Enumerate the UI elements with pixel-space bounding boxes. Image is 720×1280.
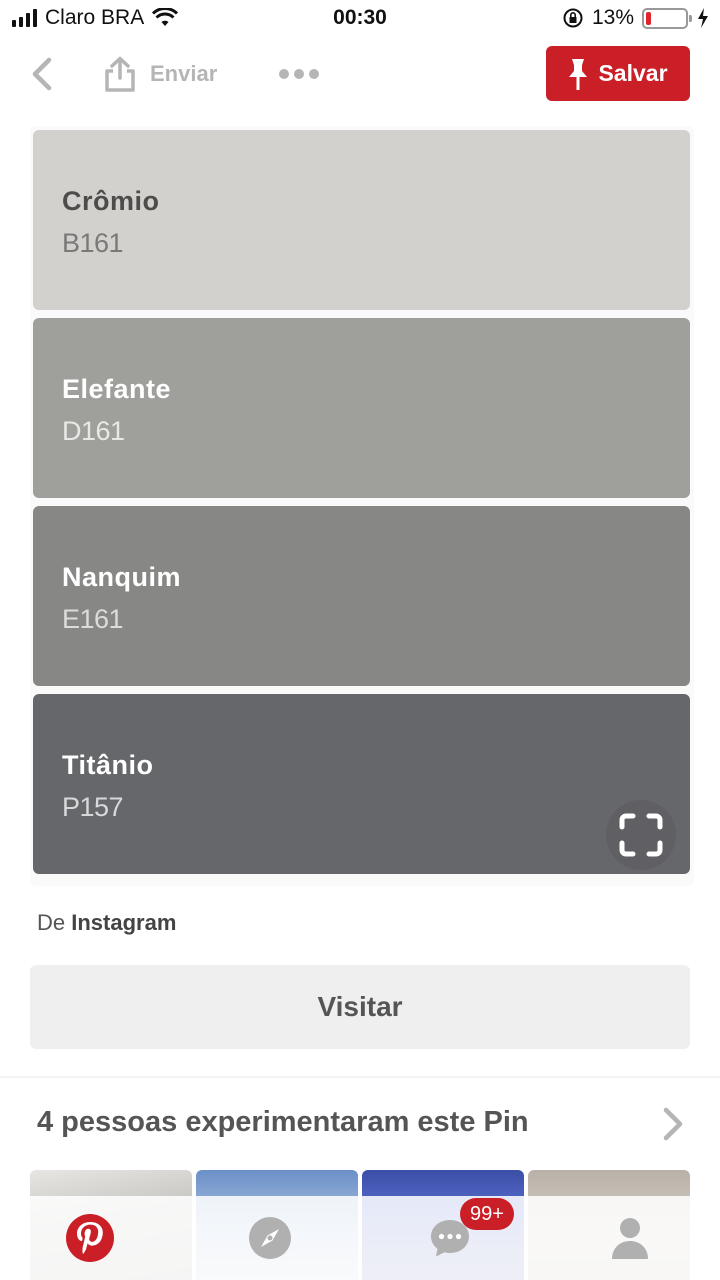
color-swatch: Titânio P157	[33, 694, 690, 874]
tab-messages[interactable]: 99+	[360, 1196, 540, 1280]
back-button[interactable]	[22, 52, 62, 96]
status-right: 13%	[562, 6, 710, 30]
pin-toolbar: Enviar Salvar	[0, 44, 720, 104]
chevron-right-icon[interactable]	[660, 1106, 686, 1142]
charging-icon	[698, 8, 708, 28]
swatch-code: D161	[62, 416, 125, 446]
person-icon	[612, 1218, 648, 1259]
source-name[interactable]: Instagram	[71, 910, 176, 935]
tried-section-title[interactable]: 4 pessoas experimentaram este Pin	[37, 1106, 529, 1139]
color-swatch: Crômio B161	[33, 130, 690, 310]
send-label: Enviar	[150, 61, 218, 86]
battery-level	[646, 11, 651, 25]
screen: Claro BRA 00:30 13% Enviar Salvar Crômio…	[0, 0, 720, 1280]
status-bar: Claro BRA 00:30 13%	[0, 0, 720, 38]
more-dot-icon	[279, 69, 289, 79]
save-button[interactable]: Salvar	[546, 46, 690, 101]
more-dot-icon	[294, 69, 304, 79]
tab-profile[interactable]	[540, 1196, 720, 1280]
swatch-name: Nanquim	[62, 562, 182, 592]
bottom-tab-bar: 99+	[0, 1196, 720, 1280]
chevron-left-icon	[32, 57, 52, 91]
orientation-lock-icon	[563, 8, 583, 28]
swatch-name: Titânio	[62, 750, 154, 780]
swatch-name: Elefante	[62, 374, 172, 404]
more-options-button[interactable]	[274, 52, 324, 96]
swatch-name: Crômio	[62, 186, 160, 216]
pin-image[interactable]: Crômio B161 Elefante D161 Nanquim E161 T…	[30, 126, 694, 886]
visual-search-button[interactable]	[606, 800, 676, 870]
swatch-code: B161	[62, 228, 124, 258]
swatch-code: E161	[62, 604, 124, 634]
swatch-code: P157	[62, 792, 124, 822]
more-dot-icon	[309, 69, 319, 79]
pin-source: De Instagram	[37, 910, 176, 936]
battery-icon	[642, 7, 692, 29]
pin-icon	[569, 58, 588, 90]
visit-button[interactable]: Visitar	[30, 965, 690, 1049]
color-swatch: Elefante D161	[33, 318, 690, 498]
share-icon	[105, 56, 135, 92]
messages-badge: 99+	[460, 1198, 514, 1230]
color-swatch: Nanquim E161	[33, 506, 690, 686]
send-button[interactable]: Enviar	[104, 52, 217, 96]
battery-percent: 13%	[591, 6, 634, 29]
pinterest-logo-icon	[66, 1214, 114, 1262]
tab-home[interactable]	[0, 1196, 180, 1280]
crop-scan-icon	[619, 813, 663, 857]
compass-icon	[249, 1217, 291, 1259]
source-prefix: De	[37, 910, 66, 935]
tab-explore[interactable]	[180, 1196, 360, 1280]
save-label: Salvar	[598, 60, 668, 86]
divider	[0, 1076, 720, 1078]
